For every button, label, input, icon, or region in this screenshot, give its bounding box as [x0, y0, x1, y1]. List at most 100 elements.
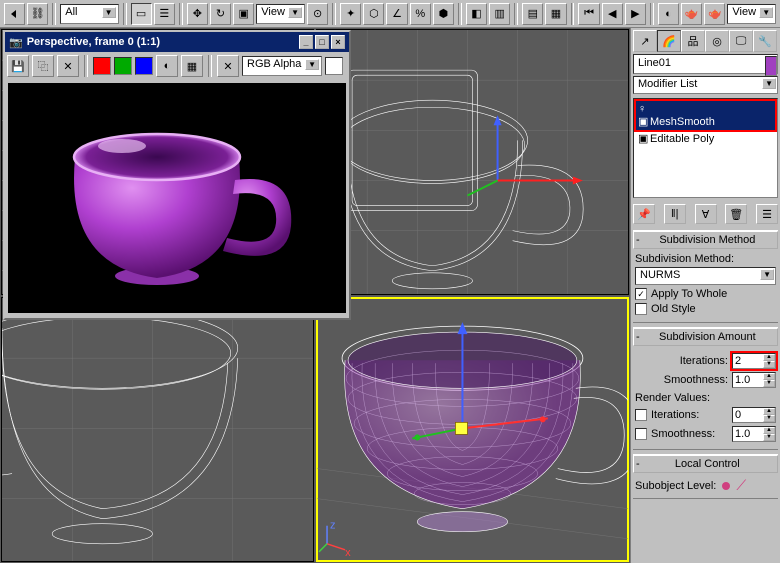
pin-stack-btn[interactable]: 📌 — [633, 204, 655, 224]
create-tab[interactable]: ↗ — [633, 30, 657, 52]
command-tabs: ↗ 🌈 品 ◎ 🖵 🔧 — [633, 30, 778, 52]
percent-snap-btn[interactable]: % — [410, 3, 431, 25]
render-canvas — [8, 83, 346, 313]
motion-tab[interactable]: ◎ — [705, 30, 729, 52]
display-tab[interactable]: 🖵 — [729, 30, 753, 52]
svg-text:x: x — [345, 546, 351, 558]
local-control-rollup: -Local Control Subobject Level: ⟋ — [633, 454, 778, 499]
subdiv-method-label: Subdivision Method: — [635, 253, 776, 265]
green-channel-swatch[interactable] — [114, 57, 132, 75]
render-scene-btn[interactable]: 🫖 — [681, 3, 702, 25]
array-btn[interactable]: ▦ — [545, 3, 566, 25]
iterations-label: Iterations: — [635, 355, 728, 367]
undo-btn[interactable] — [4, 3, 25, 25]
render-titlebar[interactable]: 📷 Perspective, frame 0 (1:1) _ □ × — [5, 32, 349, 52]
maximize-btn[interactable]: □ — [315, 35, 329, 49]
angle-snap-btn[interactable]: ∠ — [386, 3, 407, 25]
render-tools: 💾 ⿻ ✕ ◐ ▦ ✕ RGB Alpha — [5, 52, 349, 80]
subdivision-amount-header[interactable]: -Subdivision Amount — [633, 328, 778, 346]
old-style-label: Old Style — [651, 303, 696, 315]
subdiv-method-dropdown[interactable]: NURMS — [635, 267, 776, 285]
mirror-btn[interactable]: ▥ — [489, 3, 510, 25]
modifier-list-dropdown[interactable]: Modifier List — [633, 76, 778, 94]
render-values-label: Render Values: — [635, 392, 776, 404]
subdivision-amount-rollup: -Subdivision Amount Iterations: ▲▼ Smoot… — [633, 327, 778, 450]
iterations-spinner[interactable]: ▲▼ — [732, 353, 776, 369]
clear-btn[interactable]: ✕ — [57, 55, 79, 77]
stack-eye-icon[interactable]: ♀ ▣ — [638, 103, 648, 128]
old-style-checkbox[interactable] — [635, 303, 647, 315]
pivot-btn[interactable]: ⊙ — [307, 3, 328, 25]
align-btn[interactable]: ▤ — [522, 3, 543, 25]
hierarchy-tab[interactable]: 品 — [681, 30, 705, 52]
r-smooth-checkbox[interactable] — [635, 428, 647, 440]
stack-expand-icon[interactable]: ▣ — [638, 132, 648, 145]
utilities-tab[interactable]: 🔧 — [753, 30, 777, 52]
stack-item-editablepoly[interactable]: ▣Editable Poly — [636, 130, 775, 147]
main-toolbar: ⛓ All ▭ ☰ ✥ ↻ ▣ View ⊙ ✦ ⬡ ∠ % ⬢ ◧ ▥ ▤ ▦… — [0, 0, 780, 28]
save-image-btn[interactable]: 💾 — [7, 55, 29, 77]
select-name-btn[interactable]: ☰ — [154, 3, 175, 25]
r-smooth-label: Smoothness: — [651, 428, 728, 440]
snap-btn[interactable]: ⬡ — [363, 3, 384, 25]
mono-btn[interactable]: ◐ — [156, 55, 178, 77]
select-manip-btn[interactable]: ✦ — [340, 3, 361, 25]
svg-text:z: z — [330, 519, 336, 531]
viewport-front[interactable] — [316, 29, 629, 295]
stack-item-meshsmooth[interactable]: ♀ ▣MeshSmooth — [636, 101, 775, 130]
local-control-header[interactable]: -Local Control — [633, 455, 778, 473]
render-frame-window: 📷 Perspective, frame 0 (1:1) _ □ × 💾 ⿻ ✕… — [3, 30, 351, 320]
keymode-btn[interactable]: ⏮ — [578, 3, 599, 25]
command-panel: ↗ 🌈 品 ◎ 🖵 🔧 Line01 Modifier List ♀ ▣Mesh… — [630, 28, 780, 563]
bg-swatch[interactable] — [325, 57, 343, 75]
r-smoothness-spinner[interactable]: ▲▼ — [732, 426, 776, 442]
remove-mod-btn[interactable]: 🗑 — [725, 204, 747, 224]
r-iter-label: Iterations: — [651, 409, 728, 421]
edge-level-icon[interactable]: ⟋ — [736, 477, 746, 494]
viewport-perspective[interactable]: z x — [316, 297, 629, 563]
smoothness-label: Smoothness: — [635, 374, 728, 386]
named-sel-btn[interactable]: ◧ — [466, 3, 487, 25]
modify-tab[interactable]: 🌈 — [657, 30, 681, 52]
clone-btn[interactable]: ⿻ — [32, 55, 54, 77]
subdivision-method-header[interactable]: -Subdivision Method — [633, 231, 778, 249]
render-view-dropdown[interactable]: View — [727, 4, 776, 24]
ref-coord-dropdown[interactable]: View — [256, 4, 305, 24]
r-iter-checkbox[interactable] — [635, 409, 647, 421]
nextkey-btn[interactable]: ▶ — [625, 3, 646, 25]
apply-whole-label: Apply To Whole — [651, 288, 727, 300]
prevkey-btn[interactable]: ◀ — [602, 3, 623, 25]
render-title: Perspective, frame 0 (1:1) — [27, 36, 160, 48]
modifier-stack[interactable]: ♀ ▣MeshSmooth ▣Editable Poly — [633, 98, 778, 198]
discard-btn[interactable]: ✕ — [217, 55, 239, 77]
show-end-btn[interactable]: ‖| — [664, 204, 686, 224]
stack-buttons: 📌 ‖| ∀ 🗑 ☰ — [633, 202, 778, 226]
material-btn[interactable]: ◐ — [658, 3, 679, 25]
vertex-level-icon[interactable] — [722, 482, 730, 490]
select-btn[interactable]: ▭ — [131, 3, 152, 25]
selection-filter-dropdown[interactable]: All — [60, 4, 118, 24]
subobject-level-label: Subobject Level: — [635, 480, 716, 492]
blue-channel-swatch[interactable] — [135, 57, 153, 75]
r-iterations-spinner[interactable]: ▲▼ — [732, 407, 776, 423]
object-name-field[interactable]: Line01 — [633, 54, 778, 74]
camera-icon: 📷 — [9, 36, 23, 49]
scale-btn[interactable]: ▣ — [233, 3, 254, 25]
link-btn[interactable]: ⛓ — [27, 3, 48, 25]
spinner-snap-btn[interactable]: ⬢ — [433, 3, 454, 25]
alpha-btn[interactable]: ▦ — [181, 55, 203, 77]
channel-dropdown[interactable]: RGB Alpha — [242, 56, 322, 76]
smoothness-spinner[interactable]: ▲▼ — [732, 372, 776, 388]
minimize-btn[interactable]: _ — [299, 35, 313, 49]
subdivision-method-rollup: -Subdivision Method Subdivision Method: … — [633, 230, 778, 323]
rotate-btn[interactable]: ↻ — [210, 3, 231, 25]
apply-whole-checkbox[interactable]: ✓ — [635, 288, 647, 300]
object-color-swatch[interactable] — [765, 56, 777, 76]
quick-render-btn[interactable]: 🫖 — [704, 3, 725, 25]
close-btn[interactable]: × — [331, 35, 345, 49]
viewport-left[interactable] — [1, 297, 314, 563]
move-btn[interactable]: ✥ — [187, 3, 208, 25]
configure-btn[interactable]: ☰ — [756, 204, 778, 224]
red-channel-swatch[interactable] — [93, 57, 111, 75]
unique-btn[interactable]: ∀ — [695, 204, 717, 224]
